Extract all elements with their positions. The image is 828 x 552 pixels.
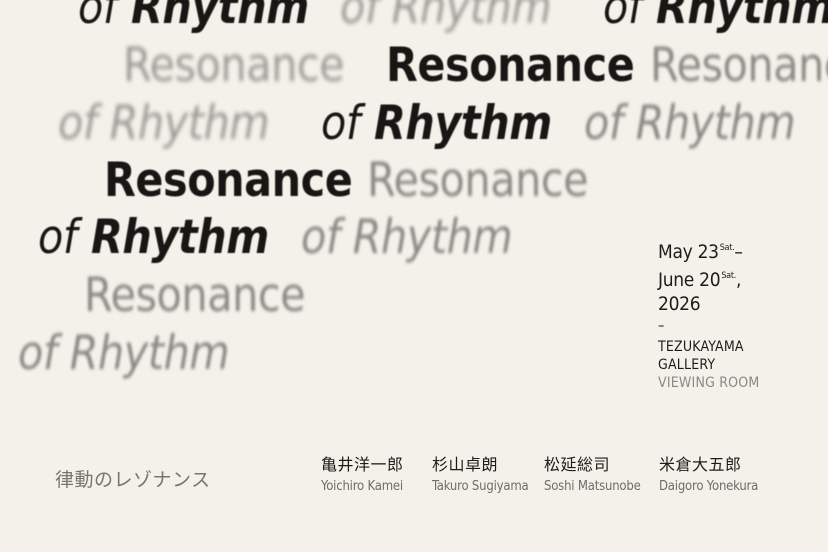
date-end: June 20Sat., <box>658 264 759 292</box>
artist-item: 亀井洋一郎 Yoichiro Kamei <box>321 455 404 496</box>
title-resonance: Resonance <box>650 38 828 93</box>
title-of-rhythm: of Rhythm <box>321 100 552 147</box>
date-start-day: Sat. <box>719 243 735 253</box>
title-word-of: of <box>584 96 623 151</box>
artist-name-jp: 亀井洋一郎 <box>321 455 404 474</box>
title-word-of: of <box>18 326 57 381</box>
date-year: 2026 <box>658 293 701 315</box>
date-end-separator: , <box>735 269 742 291</box>
artist-name-jp: 松延総司 <box>544 455 611 474</box>
artist-name-en: Daigoro Yonekura <box>659 479 759 494</box>
title-resonance: Resonance <box>104 153 353 208</box>
title-word-of: of <box>78 0 117 35</box>
title-of-rhythm: of Rhythm <box>584 100 796 147</box>
artist-item: 米倉大五郎 Daigoro Yonekura <box>659 455 758 496</box>
venue-line1: TEZUKAYAMA <box>658 339 744 355</box>
title-word-rhythm: Rhythm <box>352 210 513 265</box>
poster-canvas: of Rhythm of Rhythm of Rhythm Resonance … <box>0 0 828 552</box>
title-word-of: of <box>301 210 340 265</box>
title-word-rhythm: Rhythm <box>109 96 270 151</box>
title-word-rhythm: Rhythm <box>90 210 269 265</box>
japanese-title: 律動のレゾナンス <box>55 469 211 491</box>
title-word-rhythm: Rhythm <box>635 96 796 151</box>
date-start-text: May 23 <box>658 241 719 263</box>
artist-item: 杉山卓朗 Takuro Sugiyama <box>432 455 529 496</box>
title-of-rhythm: of Rhythm <box>38 214 269 261</box>
title-resonance: Resonance <box>123 38 345 93</box>
venue: TEZUKAYAMA GALLERY VIEWING ROOM <box>658 338 759 392</box>
divider-dash: – <box>658 318 665 334</box>
title-resonance: Resonance <box>84 268 306 323</box>
artist-name-en: Soshi Matsunobe <box>544 479 641 494</box>
artist-name-en: Takuro Sugiyama <box>432 479 529 494</box>
title-of-rhythm: of Rhythm <box>18 330 230 377</box>
title-word-of: of <box>38 210 77 265</box>
title-resonance: Resonance <box>367 153 589 208</box>
title-word-rhythm: Rhythm <box>373 96 552 151</box>
title-word-rhythm: Rhythm <box>130 0 309 35</box>
title-of-rhythm: of Rhythm <box>301 214 513 261</box>
title-word-of: of <box>58 96 97 151</box>
artist-name-jp: 米倉大五郎 <box>659 455 742 474</box>
title-of-rhythm: of Rhythm <box>78 0 309 31</box>
date-end-text: June 20 <box>658 269 721 291</box>
artist-name-jp: 杉山卓朗 <box>432 455 499 474</box>
title-word-of: of <box>321 96 360 151</box>
title-of-rhythm: of Rhythm <box>603 0 828 31</box>
date-end-day: Sat. <box>721 271 736 281</box>
title-of-rhythm: of Rhythm <box>58 100 270 147</box>
venue-line2: GALLERY <box>658 357 716 373</box>
title-resonance: Resonance <box>386 38 635 93</box>
title-word-rhythm: Rhythm <box>655 0 828 35</box>
date-separator: – <box>734 241 743 263</box>
title-word-of: of <box>340 0 379 35</box>
venue-line3: VIEWING ROOM <box>658 375 760 391</box>
title-word-of: of <box>603 0 642 35</box>
title-of-rhythm: of Rhythm <box>340 0 552 31</box>
title-word-rhythm: Rhythm <box>69 326 230 381</box>
date-start: May 23Sat.– <box>658 236 759 264</box>
exhibition-info: May 23Sat.– June 20Sat., 2026 – TEZUKAYA… <box>658 236 759 392</box>
artist-item: 松延総司 Soshi Matsunobe <box>544 455 641 496</box>
artist-name-en: Yoichiro Kamei <box>321 479 403 494</box>
title-word-rhythm: Rhythm <box>391 0 552 35</box>
